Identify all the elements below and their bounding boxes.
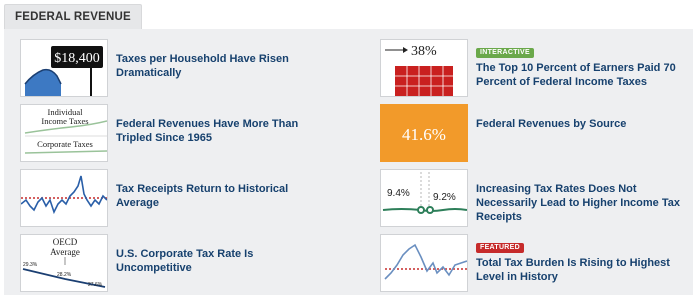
line-chart-thumb-icon: [21, 175, 107, 215]
thumb-revenues-tripled[interactable]: Individual Income Taxes Corporate Taxes: [20, 104, 108, 162]
thumb-taxes-per-household[interactable]: $18,400: [20, 39, 108, 97]
item-title[interactable]: Total Tax Burden Is Rising to Highest Le…: [476, 256, 676, 284]
item-title[interactable]: Federal Revenues by Source: [476, 117, 676, 131]
item-title[interactable]: U.S. Corporate Tax Rate Is Uncompetitive: [116, 247, 316, 275]
item-title[interactable]: Tax Receipts Return to Historical Averag…: [116, 182, 316, 210]
svg-text:29.3%: 29.3%: [23, 262, 38, 268]
item-top-10-percent[interactable]: 38% INTERACTIVE The Top 10 Percent of Ea…: [380, 39, 680, 97]
line-chart-thumb-icon: [384, 243, 467, 280]
area-chart-thumb-icon: $18,400: [24, 46, 103, 96]
badge-interactive: INTERACTIVE: [476, 48, 534, 58]
svg-text:41.6%: 41.6%: [402, 125, 446, 144]
svg-text:9.4%: 9.4%: [387, 188, 410, 199]
svg-text:27.6%: 27.6%: [88, 282, 103, 288]
item-corporate-tax-rate[interactable]: OECD Average 29.3% 28.2% 27.6% U.S. Corp…: [20, 234, 320, 292]
thumb-top-10-percent[interactable]: 38%: [380, 39, 468, 97]
thumb-total-tax-burden[interactable]: [380, 234, 468, 292]
percent-thumb-icon: 41.6%: [402, 125, 446, 144]
item-title[interactable]: Federal Revenues Have More Than Tripled …: [116, 117, 316, 145]
item-total-tax-burden[interactable]: FEATURED Total Tax Burden Is Rising to H…: [380, 234, 680, 292]
thumb-tax-receipts-average[interactable]: [20, 169, 108, 227]
federal-revenue-panel: $18,400 Taxes per Household Have Risen D…: [4, 29, 693, 295]
decline-chart-thumb-icon: OECD Average 29.3% 28.2% 27.6%: [22, 237, 106, 288]
svg-text:38%: 38%: [411, 44, 437, 59]
svg-text:Income Taxes: Income Taxes: [41, 116, 88, 126]
item-revenues-tripled[interactable]: Individual Income Taxes Corporate Taxes …: [20, 104, 320, 162]
svg-text:Average: Average: [50, 247, 80, 257]
svg-text:28.2%: 28.2%: [57, 272, 72, 278]
item-title[interactable]: The Top 10 Percent of Earners Paid 70 Pe…: [476, 61, 676, 89]
item-taxes-per-household[interactable]: $18,400 Taxes per Household Have Risen D…: [20, 39, 320, 97]
item-tax-receipts-average[interactable]: Tax Receipts Return to Historical Averag…: [20, 169, 320, 227]
svg-text:Corporate Taxes: Corporate Taxes: [37, 139, 93, 149]
line-chart-thumb-icon: Individual Income Taxes Corporate Taxes: [24, 107, 107, 154]
svg-text:9.2%: 9.2%: [433, 192, 456, 203]
item-title[interactable]: Increasing Tax Rates Does Not Necessaril…: [476, 182, 686, 224]
item-increasing-tax-rates[interactable]: 9.4% 9.2% Increasing Tax Rates Does Not …: [380, 169, 690, 227]
thumb-increasing-tax-rates[interactable]: 9.4% 9.2%: [380, 169, 468, 227]
line-chart-thumb-icon: 9.4% 9.2%: [382, 172, 467, 214]
badge-featured: FEATURED: [476, 243, 524, 253]
thumb-revenues-by-source[interactable]: 41.6%: [380, 104, 468, 162]
svg-text:OECD: OECD: [53, 237, 78, 247]
thumb-amount-label: $18,400: [54, 51, 100, 66]
item-title[interactable]: Taxes per Household Have Risen Dramatica…: [116, 52, 316, 80]
thumb-corporate-tax-rate[interactable]: OECD Average 29.3% 28.2% 27.6%: [20, 234, 108, 292]
item-revenues-by-source[interactable]: 41.6% Federal Revenues by Source: [380, 104, 680, 162]
grid-chart-thumb-icon: 38%: [385, 44, 453, 96]
tab-federal-revenue[interactable]: FEDERAL REVENUE: [4, 4, 142, 29]
